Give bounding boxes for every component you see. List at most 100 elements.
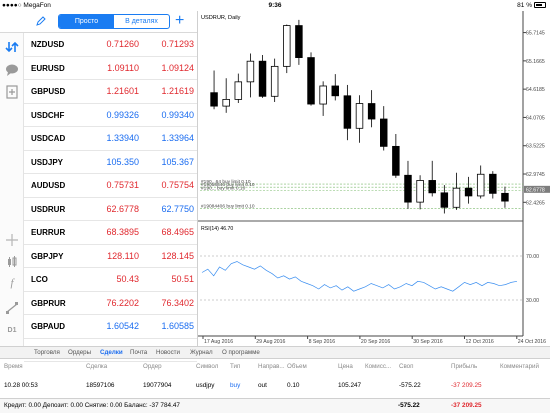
deals-column-header[interactable]: Своп bbox=[399, 362, 413, 372]
price-chart[interactable]: 65.7145 65.1665 64.6185 64.0705 63.5225 62.97… bbox=[197, 11, 550, 346]
price-tick-label: 64.0705 bbox=[526, 115, 545, 121]
deal-symbol: usdjpy bbox=[196, 382, 215, 389]
quote-symbol: NZDUSD bbox=[31, 40, 65, 49]
candle-body bbox=[404, 174, 412, 203]
candle-body bbox=[464, 187, 473, 197]
quote-ask: 68.4965 bbox=[161, 227, 194, 237]
quote-ask: 0.71293 bbox=[161, 39, 194, 49]
quote-ask: 0.75754 bbox=[161, 180, 194, 190]
quote-row-lco[interactable]: LCO 50.43 50.51 bbox=[24, 268, 197, 292]
candle-body bbox=[210, 92, 218, 107]
deals-column-header[interactable]: Прибыль bbox=[451, 362, 477, 372]
deal-deal: 18597106 bbox=[86, 382, 115, 389]
order-line-label: #190... buy limit 0.10 bbox=[201, 185, 246, 191]
left-tool-bar: f D1 bbox=[0, 33, 24, 346]
deals-column-header[interactable]: Направ... bbox=[258, 362, 285, 372]
quote-bid: 68.3895 bbox=[106, 227, 139, 237]
trade-arrows-icon[interactable] bbox=[5, 40, 19, 54]
candle-body bbox=[416, 180, 424, 203]
quote-ask: 76.3402 bbox=[161, 297, 194, 308]
quote-row-eurrur[interactable]: EURRUR 68.3895 68.4965 bbox=[24, 221, 197, 245]
candle-body bbox=[307, 57, 315, 105]
time-tick-label: 17 Aug 2016 bbox=[204, 339, 233, 345]
bottom-tab-bar: Торговля Ордеры Сделки Почта Новости Журнал О … bbox=[0, 346, 550, 359]
chart-canvas[interactable]: 65.7145 65.1665 64.6185 64.0705 63.5225 62.97… bbox=[198, 11, 550, 346]
candle-body bbox=[452, 187, 461, 208]
quote-row-usdchf[interactable]: USDCHF 0.99326 0.99340 bbox=[24, 104, 197, 127]
quote-ask: 105.367 bbox=[161, 156, 194, 167]
quote-row-eurusd[interactable]: EURUSD 1.09110 1.09124 bbox=[24, 57, 197, 80]
quote-bid: 0.75731 bbox=[106, 180, 139, 190]
quotes-list: NZDUSD 0.71260 0.71293 EURUSD 1.09110 1.09124… bbox=[24, 33, 197, 362]
deal-row[interactable]: 10.28 00:53 18597106 19077904 usdjpy buy out 0… bbox=[0, 380, 550, 392]
segment-simple[interactable]: Просто bbox=[59, 15, 114, 28]
quote-row-audusd[interactable]: AUDUSD 0.75731 0.75754 bbox=[24, 174, 197, 198]
quote-row-gbpjpy[interactable]: GBPJPY 128.110 128.145 bbox=[24, 245, 197, 268]
current-price-label: 62.6778 bbox=[526, 187, 545, 193]
edit-pencil-icon[interactable] bbox=[36, 16, 46, 26]
clock-label: 9:36 bbox=[268, 2, 282, 9]
deals-column-header[interactable]: Комисс... bbox=[365, 362, 391, 372]
quote-row-usdrur[interactable]: USDRUR 62.6778 62.7750 bbox=[24, 198, 197, 221]
quote-row-gbpaud[interactable]: GBPAUD 1.60542 1.60585 bbox=[24, 315, 197, 339]
timeframe-d1-label[interactable]: D1 bbox=[3, 327, 21, 334]
quote-row-gbprur[interactable]: GBPRUR 76.2202 76.3402 bbox=[24, 292, 197, 315]
time-tick-label: 24 Oct 2016 bbox=[518, 339, 546, 345]
tab-2[interactable]: Сделки bbox=[100, 347, 123, 359]
tab-6[interactable]: О программе bbox=[222, 347, 260, 359]
price-tick-label: 64.6185 bbox=[526, 87, 545, 93]
quote-symbol: USDJPY bbox=[31, 157, 64, 167]
deals-column-header[interactable]: Ордер bbox=[143, 362, 162, 372]
deals-column-header[interactable]: Тип bbox=[230, 362, 240, 372]
deal-volume: 0.10 bbox=[287, 382, 300, 389]
battery-indicator: 81 % bbox=[517, 0, 546, 11]
candles-icon[interactable] bbox=[5, 255, 19, 269]
quote-row-usdcad[interactable]: USDCAD 1.33940 1.33964 bbox=[24, 127, 197, 151]
tab-0[interactable]: Торговля bbox=[34, 347, 60, 359]
time-tick-label: 12 Oct 2016 bbox=[466, 339, 494, 345]
quote-bid: 1.21601 bbox=[106, 86, 139, 96]
objects-icon[interactable] bbox=[5, 301, 19, 315]
time-tick-label: 30 Sep 2016 bbox=[413, 339, 443, 345]
candle-body bbox=[331, 85, 339, 97]
candle-body bbox=[501, 192, 509, 202]
tab-4[interactable]: Новости bbox=[156, 347, 180, 359]
deals-column-header[interactable]: Символ bbox=[196, 362, 218, 372]
chat-bubble-icon[interactable] bbox=[5, 63, 19, 77]
quote-bid: 105.350 bbox=[106, 156, 139, 167]
chart-title: USDRUR, Daily bbox=[201, 15, 241, 21]
total-swap: -575.22 bbox=[398, 402, 420, 409]
quote-ask: 1.21619 bbox=[161, 86, 194, 96]
deals-column-header[interactable]: Цена bbox=[338, 362, 353, 372]
quote-row-gbpusd[interactable]: GBPUSD 1.21601 1.21619 bbox=[24, 80, 197, 104]
candle-body bbox=[476, 173, 485, 197]
tab-1[interactable]: Ордеры bbox=[68, 347, 91, 359]
view-mode-segmented-control: Просто В деталях bbox=[58, 14, 170, 29]
quote-symbol: USDRUR bbox=[31, 204, 66, 214]
quote-symbol: EURRUR bbox=[31, 228, 66, 237]
deal-swap: -575.22 bbox=[399, 382, 421, 389]
candle-body bbox=[319, 85, 327, 105]
deal-time: 10.28 00:53 bbox=[4, 382, 38, 389]
quote-symbol: GBPJPY bbox=[31, 251, 64, 261]
quote-row-usdjpy[interactable]: USDJPY 105.350 105.367 bbox=[24, 151, 197, 174]
deals-column-header[interactable]: Объем bbox=[287, 362, 307, 372]
tab-3[interactable]: Почта bbox=[130, 347, 147, 359]
quote-ask: 1.60585 bbox=[161, 321, 194, 331]
tab-5[interactable]: Журнал bbox=[190, 347, 213, 359]
deals-column-header[interactable]: Сделка bbox=[86, 362, 107, 372]
deals-column-header[interactable]: Время bbox=[4, 362, 23, 372]
rsi-tick-label: 70.00 bbox=[526, 254, 539, 260]
indicators-f-icon[interactable]: f bbox=[3, 277, 21, 289]
quote-symbol: GBPUSD bbox=[31, 87, 66, 96]
segment-detailed[interactable]: В деталях bbox=[114, 15, 169, 28]
candle-body bbox=[343, 95, 352, 129]
crosshair-icon[interactable] bbox=[5, 233, 19, 247]
new-document-icon[interactable] bbox=[5, 85, 19, 99]
candle-body bbox=[295, 25, 303, 58]
candle-body bbox=[258, 60, 267, 97]
deals-column-header[interactable]: Комментарий bbox=[500, 362, 539, 372]
quote-row-nzdusd[interactable]: NZDUSD 0.71260 0.71293 bbox=[24, 33, 197, 57]
deal-price: 105.247 bbox=[338, 382, 362, 389]
add-symbol-plus-icon[interactable]: + bbox=[175, 13, 184, 29]
